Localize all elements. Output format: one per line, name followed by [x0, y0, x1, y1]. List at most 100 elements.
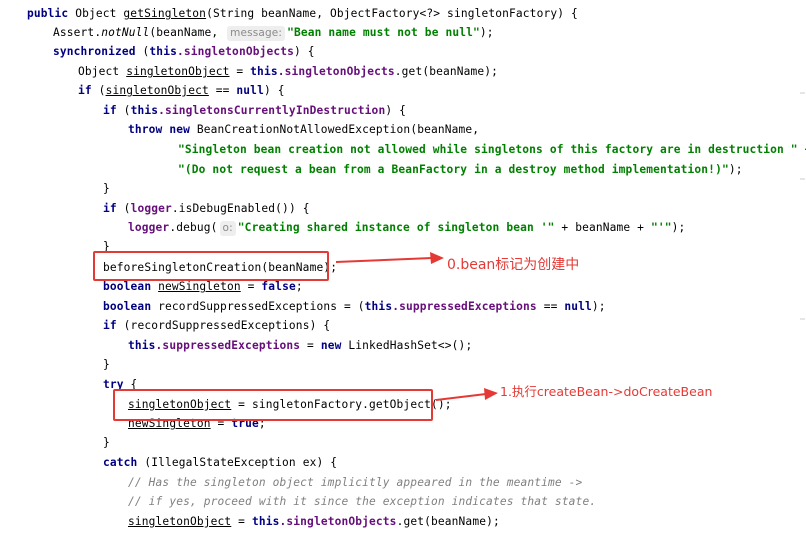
- field: logger: [130, 202, 172, 215]
- code-line-8: "Singleton bean creation not allowed whi…: [178, 140, 806, 159]
- code-text: (: [116, 104, 131, 117]
- field: .singletonObjects: [279, 515, 397, 528]
- keyword: throw new: [128, 123, 190, 136]
- field: logger: [128, 221, 170, 234]
- field: .suppressedExceptions: [392, 300, 537, 313]
- annotation-label: 1.执行createBean->doCreateBean: [500, 384, 713, 399]
- keyword: this: [251, 515, 280, 528]
- code-line-12: logger.debug(o: "Creating shared instance…: [128, 218, 685, 237]
- comment: // Has the singleton object implicitly a…: [128, 476, 583, 489]
- keyword: this: [149, 45, 177, 58]
- code-text: (: [91, 84, 106, 97]
- variable: singletonObject: [126, 65, 230, 78]
- code-line-3: synchronized (this.singletonObjects) {: [53, 42, 315, 61]
- brace: }: [103, 358, 110, 371]
- method-name: notNull: [101, 26, 150, 39]
- code-line-27: singletonObject = this.singletonObjects.…: [128, 512, 500, 531]
- code-line-16: boolean recordSuppressedExceptions = (th…: [103, 297, 606, 316]
- scrollbar-marker[interactable]: [800, 92, 805, 94]
- code-text: );: [728, 163, 743, 176]
- keyword: false: [261, 280, 296, 293]
- brace: }: [103, 182, 110, 195]
- keyword: null: [564, 300, 592, 313]
- scrollbar-marker[interactable]: [800, 178, 805, 180]
- code-text: );: [479, 26, 494, 39]
- string-literal: "Singleton bean creation not allowed whi…: [178, 143, 806, 156]
- parameter-hint: o:: [219, 221, 236, 236]
- code-line-25: // Has the singleton object implicitly a…: [128, 473, 582, 492]
- code-text: Assert.: [53, 26, 102, 39]
- arrow-icon: [336, 252, 444, 264]
- code-line-19: }: [103, 355, 110, 374]
- code-line-6: if (this.singletonsCurrentlyInDestructio…: [103, 101, 406, 120]
- code-text: Object: [68, 7, 124, 20]
- keyword: synchronized: [53, 45, 136, 58]
- code-text: );: [591, 300, 606, 313]
- code-text: ==: [536, 300, 565, 313]
- field: .singletonObjects: [176, 45, 295, 58]
- variable: singletonObject: [105, 84, 209, 97]
- code-line-2: Assert.notNull(beanName, message: "Bean n…: [53, 23, 494, 42]
- highlight-box: [93, 251, 329, 281]
- code-line-7: throw new BeanCreationNotAllowedExceptio…: [128, 120, 479, 139]
- keyword: catch: [103, 456, 138, 469]
- code-text: );: [671, 221, 686, 234]
- code-text: ;: [295, 280, 303, 293]
- code-text: (IllegalStateException ex) {: [137, 456, 338, 469]
- string-literal: "Creating shared instance of singleton b…: [237, 221, 555, 234]
- parameter-hint: message:: [227, 26, 286, 41]
- variable: newSingleton: [158, 280, 241, 293]
- code-line-11: if (logger.isDebugEnabled()) {: [103, 199, 310, 218]
- highlight-box: [113, 389, 433, 421]
- code-text: ) {: [294, 45, 315, 58]
- arrow-icon: [436, 388, 498, 401]
- string-literal: "'": [650, 221, 672, 234]
- code-editor[interactable]: public Object getSingleton(String beanNa…: [0, 0, 806, 537]
- keyword: new: [320, 339, 342, 352]
- keyword: if: [103, 319, 117, 332]
- code-line-23: }: [103, 433, 110, 452]
- keyword: if: [78, 84, 92, 97]
- code-text: Object: [78, 65, 127, 78]
- annotation-label: 0.bean标记为创建中: [447, 257, 580, 273]
- code-text: BeanCreationNotAllowedException(beanName…: [189, 123, 480, 136]
- keyword: this: [128, 339, 156, 352]
- string-literal: "(Do not request a bean from a BeanFacto…: [178, 163, 729, 176]
- code-line-1: public Object getSingleton(String beanNa…: [27, 4, 578, 23]
- keyword: if: [103, 202, 117, 215]
- comment: // if yes, proceed with it since the exc…: [128, 495, 597, 508]
- code-line-17: if (recordSuppressedExceptions) {: [103, 316, 330, 335]
- keyword: this: [130, 104, 159, 117]
- code-text: ) {: [263, 84, 285, 97]
- code-text: ) {: [385, 104, 407, 117]
- field: .suppressedExceptions: [155, 339, 301, 352]
- code-text: .debug(: [169, 221, 218, 234]
- code-line-5: if (singletonObject == null) {: [78, 81, 285, 100]
- brace: }: [103, 436, 110, 449]
- code-text: (beanName,: [149, 26, 219, 39]
- code-text: =: [300, 339, 321, 352]
- field: .singletonsCurrentlyInDestruction: [158, 104, 386, 117]
- code-text: LinkedHashSet<>();: [341, 339, 473, 352]
- code-text: =: [231, 515, 252, 528]
- field: .singletonObjects: [277, 65, 395, 78]
- keyword: public: [27, 7, 69, 20]
- code-text: =: [229, 65, 251, 78]
- code-text: (String beanName, ObjectFactory<?> singl…: [206, 7, 578, 20]
- code-text: (: [116, 202, 131, 215]
- keyword: if: [103, 104, 117, 117]
- code-text: recordSuppressedExceptions = (: [151, 300, 365, 313]
- string-literal: "Bean name must not be null": [287, 26, 480, 39]
- code-line-26: // if yes, proceed with it since the exc…: [128, 492, 596, 511]
- code-line-24: catch (IllegalStateException ex) {: [103, 453, 337, 472]
- variable: singletonObject: [128, 515, 232, 528]
- code-text: =: [240, 280, 262, 293]
- code-line-18: this.suppressedExceptions = new LinkedHa…: [128, 336, 472, 355]
- keyword: boolean: [103, 280, 152, 293]
- scrollbar-marker[interactable]: [800, 318, 805, 320]
- code-text: .get(beanName);: [394, 65, 499, 78]
- code-text: .get(beanName);: [396, 515, 500, 528]
- code-text: ==: [208, 84, 237, 97]
- method-name: getSingleton: [123, 7, 207, 20]
- code-text: .isDebugEnabled()) {: [171, 202, 310, 215]
